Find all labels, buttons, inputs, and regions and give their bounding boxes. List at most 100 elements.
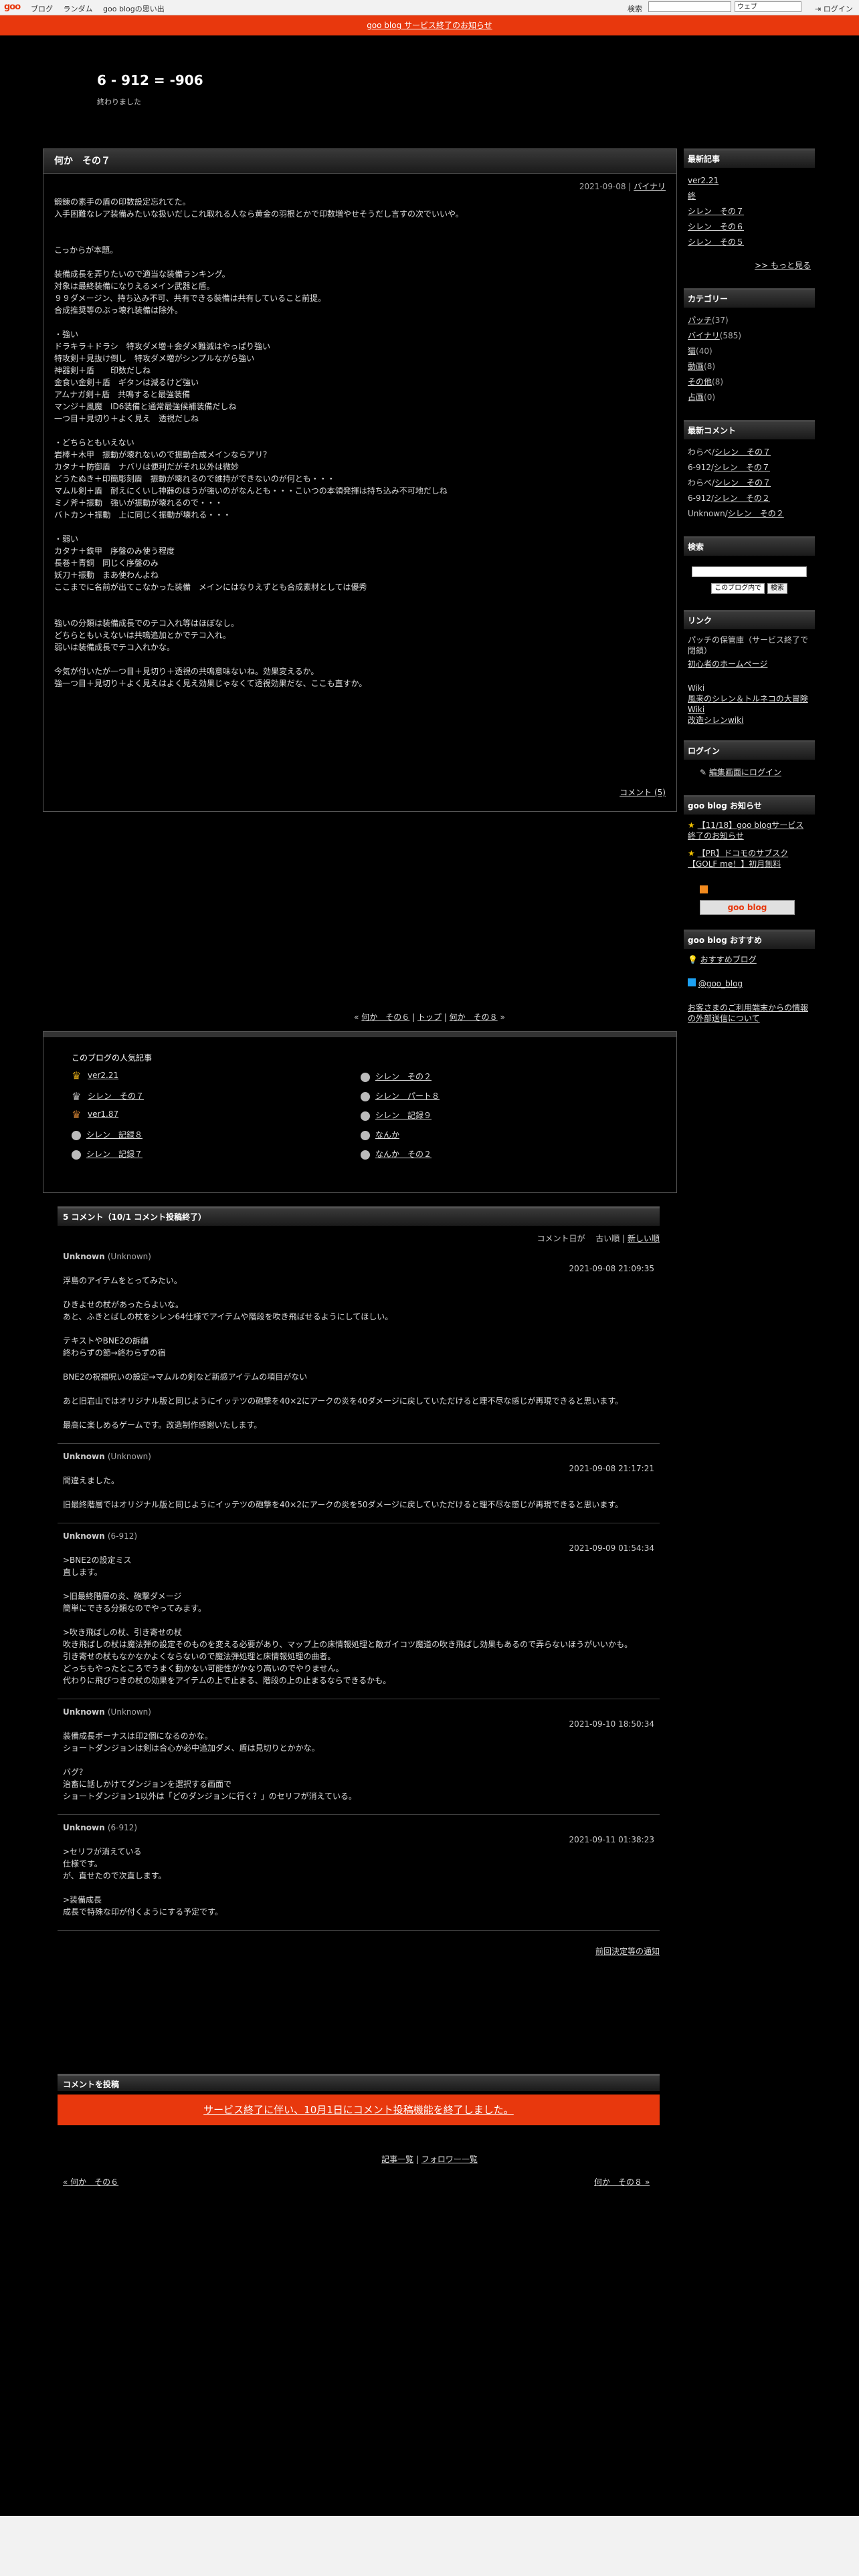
popular-link[interactable]: なんか: [375, 1130, 399, 1140]
external-transmission-link[interactable]: お客さまのご利用端末からの情報の外部送信について: [688, 1003, 808, 1023]
popular-link[interactable]: シレン 記録７: [86, 1150, 142, 1159]
popular-link[interactable]: シレン その２: [375, 1072, 432, 1081]
login-title: ログイン: [684, 740, 815, 760]
latest-comment-link[interactable]: シレン その７: [714, 478, 771, 488]
category-link[interactable]: 猫: [688, 346, 696, 356]
category-title: カテゴリー: [684, 288, 815, 308]
goo-blog-badge[interactable]: goo blog: [700, 900, 795, 915]
info-item-2[interactable]: 【PR】ドコモのサブスク【GOLF me！】初月無料: [688, 849, 788, 869]
article-date: 2021-09-08: [579, 182, 626, 191]
comment-author-name: Unknown: [63, 1823, 105, 1832]
comment-author-id: (6-912): [107, 1531, 138, 1541]
link-shiren-wiki[interactable]: 風来のシレン＆トルネコの大冒険 Wiki: [688, 694, 808, 714]
service-end-link[interactable]: goo blog サービス終了のお知らせ: [367, 21, 492, 30]
latest-comment-link[interactable]: シレン その２: [714, 494, 770, 503]
more-link[interactable]: >> もっと見る: [755, 261, 811, 270]
goo-logo[interactable]: goo: [4, 2, 21, 12]
popular-link[interactable]: ver2.21: [88, 1071, 118, 1080]
popular-link[interactable]: ver1.87: [88, 1109, 118, 1119]
recommend-blog-link[interactable]: おすすめブログ: [700, 955, 757, 964]
recent-article-link[interactable]: シレン その６: [688, 222, 744, 231]
latest-comment-item: わらべ/シレン その７: [688, 445, 811, 460]
link-wiki-label: Wiki: [688, 683, 705, 693]
nav-memories[interactable]: goo blogの思い出: [103, 5, 165, 13]
edit-login-link[interactable]: 編集画面にログイン: [709, 768, 781, 777]
blog-search: 検索 このブログ内で 検索: [684, 536, 815, 598]
article-title[interactable]: 何か その７: [43, 149, 676, 174]
nav-blog[interactable]: ブログ: [31, 5, 53, 13]
comment-author-id: (Unknown): [107, 1252, 151, 1261]
category-link[interactable]: バイナリ: [688, 331, 720, 340]
link-mod-wiki[interactable]: 改造シレンwiki: [688, 716, 743, 725]
popular-link[interactable]: シレン その７: [88, 1091, 144, 1101]
category-item: パッチ(37): [688, 313, 811, 328]
comment-line: [63, 1287, 654, 1299]
pager-next[interactable]: 何か その８: [450, 1012, 498, 1022]
info-item-1[interactable]: 【11/18】goo blogサービス終了のお知らせ: [688, 821, 803, 841]
recent-article-link[interactable]: ver2.21: [688, 176, 719, 185]
comments-header: 5 コメント（10/1 コメント投稿終了）: [58, 1206, 660, 1226]
login-icon: ⇥: [815, 5, 822, 13]
comment-line: >吹き飛ばしの杖、引き寄せの杖: [63, 1628, 183, 1637]
footer-bar: [0, 2516, 859, 2576]
popular-link[interactable]: シレン パート８: [375, 1091, 440, 1101]
comment-item: Unknown (Unknown) 2021-09-08 21:17:21 間違えま…: [58, 1444, 660, 1523]
bottom-prev-link[interactable]: « 何か その６: [63, 2176, 118, 2187]
blog-search-input[interactable]: [692, 566, 807, 577]
rss-icon[interactable]: [700, 885, 708, 893]
pager-top[interactable]: トップ: [417, 1012, 442, 1022]
latest-comment-link[interactable]: シレン その７: [714, 463, 770, 472]
article-list-link[interactable]: 記事一覧: [381, 2155, 413, 2164]
blog-search-title: 検索: [684, 536, 815, 556]
category-link[interactable]: その他: [688, 377, 712, 387]
follower-list-link[interactable]: フォロワー一覧: [421, 2155, 478, 2164]
comment-line: あと旧岩山ではオリジナル版と同じようにイッテツの砲撃を40×2にアークの炎を40…: [63, 1396, 624, 1406]
top-search-select[interactable]: ウェブ: [735, 1, 801, 12]
pager-prev[interactable]: 何か その６: [361, 1012, 409, 1022]
comment-author-id: (6-912): [107, 1823, 138, 1832]
article-line: [54, 521, 666, 533]
recent-articles: 最新記事 ver2.21 終シレン その７ シレン その６ シレン その５ >> もっ…: [684, 148, 815, 276]
nav-random[interactable]: ランダム: [64, 5, 93, 13]
blog-search-select[interactable]: このブログ内で: [711, 583, 765, 594]
comment-line: ひきよせの杖があったらよいな。: [63, 1300, 184, 1309]
rank-icon: [361, 1091, 370, 1101]
article-line: カタナ＋鉄甲 序盤のみ使う程度: [54, 546, 175, 556]
sort-new-link[interactable]: 新しい順: [628, 1234, 660, 1243]
latest-comment-link[interactable]: シレン その７: [714, 447, 771, 457]
category-link[interactable]: 動画: [688, 362, 704, 371]
comment-line: >BNE2の設定ミス: [63, 1555, 132, 1565]
blog-search-button[interactable]: 検索: [767, 583, 787, 594]
link-beginner-home[interactable]: 初心者のホームページ: [688, 659, 767, 669]
article-line: [54, 653, 666, 665]
top-login-link[interactable]: ⇥ ログイン: [815, 3, 853, 14]
top-search-input[interactable]: [648, 1, 731, 12]
latest-comment-author: 6-912/: [688, 463, 714, 472]
recent-article-link[interactable]: シレン その７: [688, 207, 744, 216]
blog-title[interactable]: 6 - 912 = -906: [97, 72, 203, 88]
article-line: カタナ＋防御盾 ナバリは便利だがそれ以外は微妙: [54, 462, 240, 471]
article-category[interactable]: バイナリ: [634, 182, 666, 191]
popular-link[interactable]: シレン 記録９: [375, 1111, 432, 1120]
popular-link[interactable]: シレン 記録８: [86, 1130, 142, 1140]
recent-article-link[interactable]: シレン その５: [688, 237, 744, 247]
comment-count-link[interactable]: コメント (5): [619, 786, 666, 798]
category-link[interactable]: パッチ: [688, 316, 712, 325]
article-line: どうたぬき＋印簡彫刻盾 振動が壊れるので維持ができないのが何とも・・・: [54, 474, 335, 484]
bottom-next-link[interactable]: 何か その８ »: [594, 2176, 650, 2187]
latest-comment-link[interactable]: シレン その２: [728, 509, 784, 518]
twitter-link[interactable]: @goo_blog: [698, 979, 743, 988]
recent-article-link[interactable]: 終: [688, 191, 696, 201]
category-link[interactable]: 占画: [688, 393, 704, 402]
comment-author-name: Unknown: [63, 1452, 105, 1461]
post-closed-link[interactable]: サービス終了に伴い、10月1日にコメント投稿機能を終了しました。: [203, 2104, 514, 2116]
comment-author: Unknown (6-912): [63, 1530, 654, 1542]
category-count: (37): [712, 316, 729, 325]
rank-icon: [361, 1111, 370, 1121]
popular-link[interactable]: なんか その２: [375, 1150, 432, 1159]
trackback-link[interactable]: 前回決定等の通知: [595, 1947, 660, 1956]
comment-date: 2021-09-10 18:50:34: [569, 1719, 654, 1729]
comment-line: 終わらずの節→終わらずの宿: [63, 1348, 166, 1358]
comment-author: Unknown (Unknown): [63, 1451, 654, 1463]
comment-author-id: (Unknown): [107, 1452, 151, 1461]
